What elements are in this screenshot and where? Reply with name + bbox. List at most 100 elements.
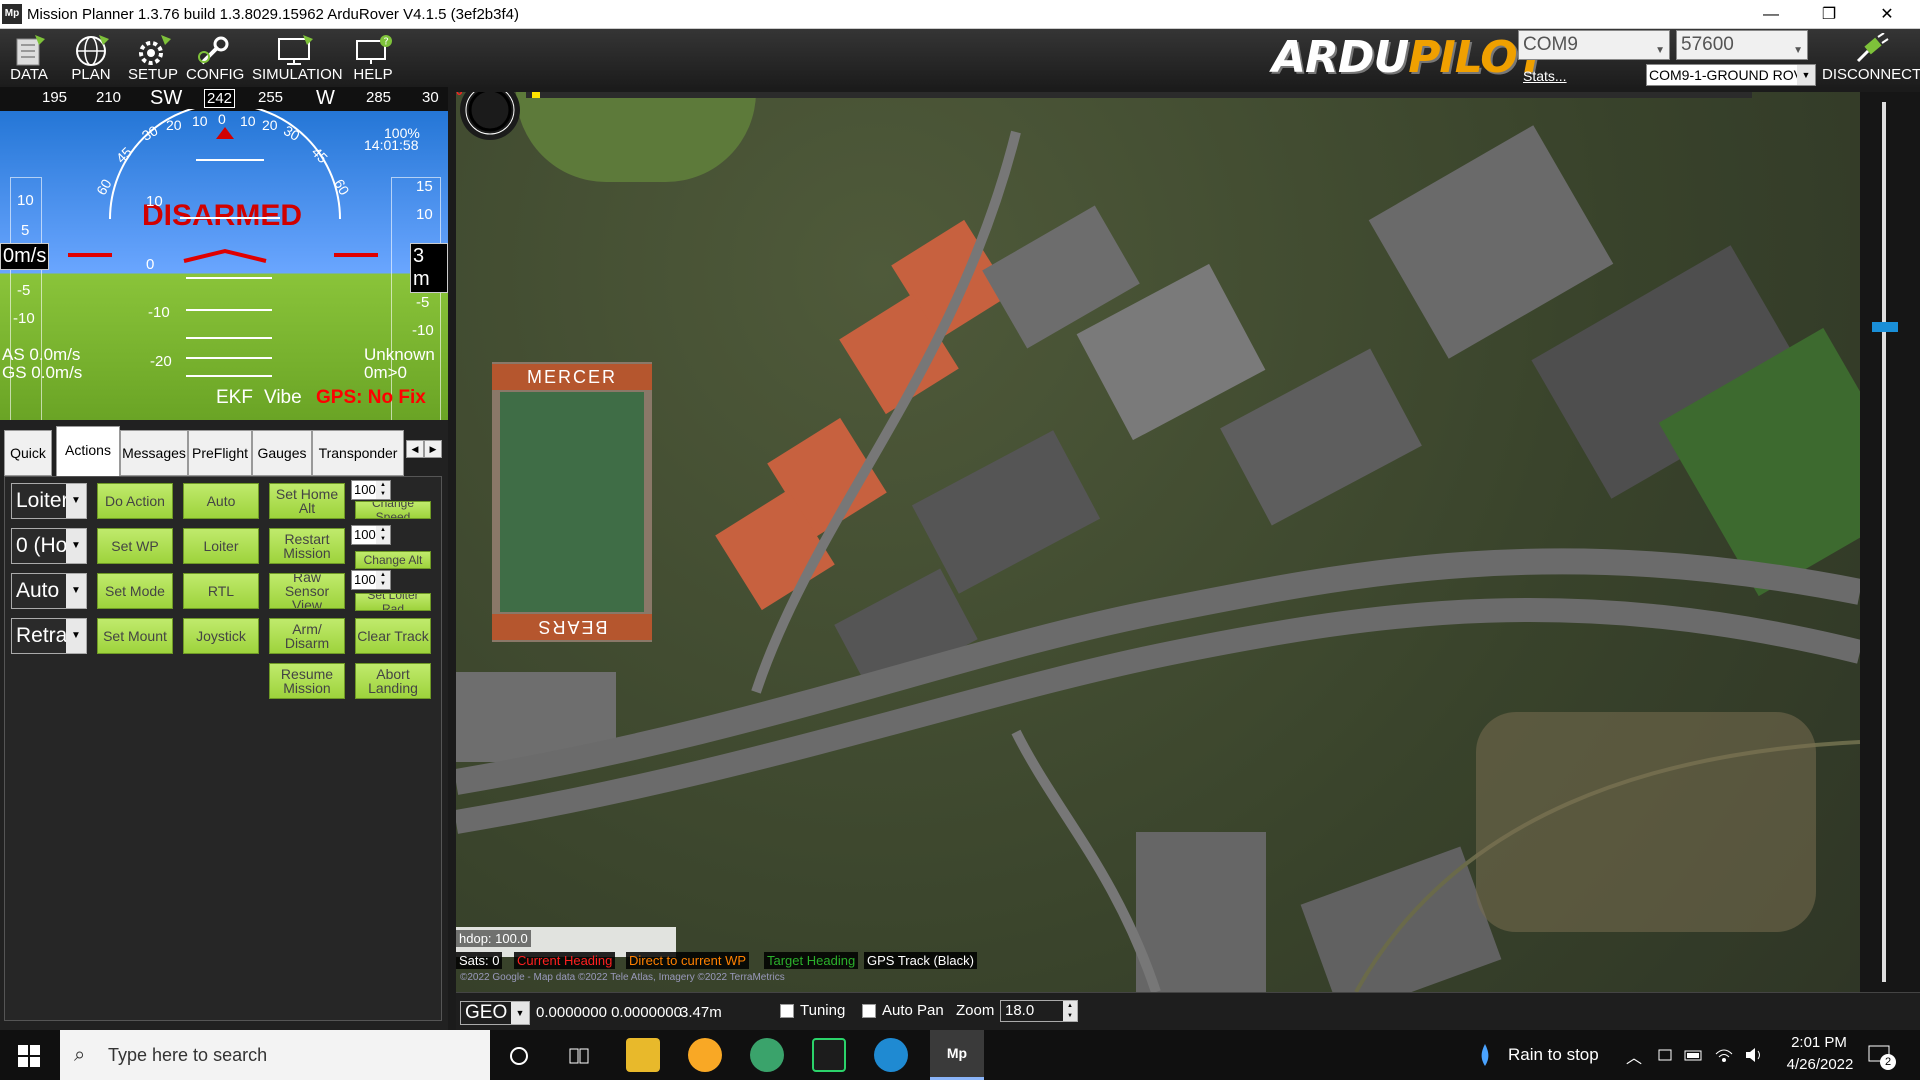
restart-mission-button[interactable]: Restart Mission xyxy=(269,528,345,564)
port-select[interactable]: COM9 ▼ xyxy=(1518,30,1670,60)
plan-button[interactable]: PLAN xyxy=(66,31,116,87)
config-button[interactable]: CONFIG xyxy=(186,31,244,87)
map-view[interactable]: MERCER BEARS 0 hdop: 100.0 Sats: 0 Curre… xyxy=(456,92,1860,992)
set-loiter-rad-button[interactable]: Set Loiter Rad xyxy=(355,593,431,611)
chrome-icon[interactable] xyxy=(688,1038,722,1072)
data-button[interactable]: DATA xyxy=(4,31,54,87)
ardupilot-logo: ARDUPILOT xyxy=(1272,32,1547,83)
tab-scroll-left[interactable]: ◀ xyxy=(406,440,424,458)
wrench-icon xyxy=(198,36,229,65)
alt-spinner[interactable]: 100 ▲ ▼ xyxy=(351,525,391,545)
taskbar-search[interactable]: ⌕ Type here to search xyxy=(60,1030,490,1080)
tab-gauges[interactable]: Gauges xyxy=(252,430,312,476)
set-mode-select[interactable]: Auto ▼ xyxy=(11,573,87,609)
cortana-icon[interactable] xyxy=(508,1045,530,1067)
autopan-checkbox[interactable] xyxy=(862,1004,876,1018)
resume-mission-button[interactable]: Resume Mission xyxy=(269,663,345,699)
mount-select[interactable]: Retract ▼ xyxy=(11,618,87,654)
rtl-button[interactable]: RTL xyxy=(183,573,259,609)
baud-select[interactable]: 57600 ▼ xyxy=(1676,30,1808,60)
alt-tick: -10 xyxy=(412,322,434,339)
battery-icon[interactable] xyxy=(1684,1046,1704,1064)
abort-landing-button[interactable]: Abort Landing xyxy=(355,663,431,699)
tab-messages[interactable]: Messages xyxy=(120,430,188,476)
flight-mode-text: Unknown xyxy=(364,345,435,364)
zoom-strip[interactable] xyxy=(1860,92,1920,992)
waypoint-select[interactable]: 0 (Home)▼ xyxy=(11,528,87,564)
do-action-button[interactable]: Do Action xyxy=(97,483,173,519)
change-speed-button[interactable]: Change Speed xyxy=(355,501,431,519)
raw-sensor-view-button[interactable]: Raw Sensor View xyxy=(269,573,345,609)
ekf-status[interactable]: EKF xyxy=(216,387,253,409)
auto-button[interactable]: Auto xyxy=(183,483,259,519)
set-mount-button[interactable]: Set Mount xyxy=(97,618,173,654)
weather-text[interactable]: Rain to stop xyxy=(1508,1045,1599,1065)
logo-ardu: ARDU xyxy=(1272,32,1409,83)
volume-icon[interactable] xyxy=(1744,1046,1764,1064)
minimize-button[interactable]: — xyxy=(1742,0,1800,29)
clock-text: 14:01:58 xyxy=(364,137,419,153)
pitch-line xyxy=(186,277,272,279)
tab-scroll-right[interactable]: ▶ xyxy=(424,440,442,458)
mission-planner-taskbar-icon[interactable]: Mp xyxy=(930,1030,984,1080)
search-placeholder: Type here to search xyxy=(108,1045,268,1065)
zoom-input[interactable]: 18.0 ▲ ▼ xyxy=(1000,1000,1078,1022)
disconnect-button[interactable]: DISCONNECT xyxy=(1822,31,1920,87)
pycharm-icon[interactable] xyxy=(812,1038,846,1072)
hud-display[interactable]: 195 210 SW 242 255 W 285 30 60 45 30 20 … xyxy=(0,87,448,420)
arm-disarm-button[interactable]: Arm/ Disarm xyxy=(269,618,345,654)
set-home-alt-button[interactable]: Set Home Alt xyxy=(269,483,345,519)
vibe-status[interactable]: Vibe xyxy=(264,387,302,409)
zoom-thumb[interactable] xyxy=(1872,322,1898,332)
set-wp-button[interactable]: Set WP xyxy=(97,528,173,564)
pitch-line xyxy=(196,159,264,161)
mode-select[interactable]: Loiter ▼ xyxy=(11,483,87,519)
stats-link[interactable]: Stats... xyxy=(1523,68,1567,84)
clock-date[interactable]: 4/26/2022 xyxy=(1776,1056,1864,1073)
mission-progress-slider[interactable] xyxy=(526,92,1752,98)
set-mode-value: Auto xyxy=(16,579,60,602)
altitude-readout: 3 m xyxy=(410,243,448,293)
joystick-button[interactable]: Joystick xyxy=(183,618,259,654)
zoom-track[interactable] xyxy=(1882,102,1886,982)
pitch-label: 0 xyxy=(146,256,155,273)
edge-icon[interactable] xyxy=(874,1038,908,1072)
windows-start-icon[interactable] xyxy=(18,1045,40,1067)
pitch-line xyxy=(186,357,272,359)
home-marker-icon[interactable] xyxy=(458,92,522,142)
set-mode-button[interactable]: Set Mode xyxy=(97,573,173,609)
file-explorer-icon[interactable] xyxy=(626,1038,660,1072)
clock-time[interactable]: 2:01 PM xyxy=(1784,1034,1854,1051)
speed-spinner[interactable]: 100 ▲ ▼ xyxy=(351,480,391,500)
tab-preflight[interactable]: PreFlight xyxy=(188,430,252,476)
clear-track-button[interactable]: Clear Track xyxy=(355,618,431,654)
tab-quick[interactable]: Quick xyxy=(4,430,52,476)
heading-tick: 255 xyxy=(258,89,284,106)
simulation-button[interactable]: SIMULATION xyxy=(252,31,343,87)
close-button[interactable]: ✕ xyxy=(1858,0,1916,29)
loiter-button[interactable]: Loiter xyxy=(183,528,259,564)
setup-button[interactable]: SETUP xyxy=(126,31,180,87)
loiter-rad-spinner[interactable]: 100 ▲ ▼ xyxy=(351,570,391,590)
change-alt-button[interactable]: Change Alt xyxy=(355,551,431,569)
wifi-icon[interactable] xyxy=(1714,1046,1734,1064)
speed-tape: 10 5 -5 -10 xyxy=(10,177,42,420)
tab-transponder[interactable]: Transponder xyxy=(312,430,404,476)
help-button[interactable]: ? HELP xyxy=(348,31,398,87)
meet-now-icon[interactable] xyxy=(1656,1046,1674,1064)
tuning-checkbox[interactable] xyxy=(780,1004,794,1018)
coord-system-select[interactable]: GEO ▼ xyxy=(460,1001,530,1025)
chevron-up-icon[interactable]: ︿ xyxy=(1626,1044,1642,1068)
tuning-label: Tuning xyxy=(800,1002,846,1019)
horizon-marker-left xyxy=(68,253,112,257)
progress-thumb[interactable] xyxy=(532,92,540,98)
task-view-icon[interactable] xyxy=(568,1045,590,1067)
gear-icon xyxy=(139,35,171,65)
restore-button[interactable]: ❐ xyxy=(1800,0,1858,29)
atom-app-icon[interactable] xyxy=(750,1038,784,1072)
connection-select[interactable]: COM9-1-GROUND ROVER ▼ xyxy=(1646,64,1816,86)
tab-actions[interactable]: Actions xyxy=(56,426,120,476)
main-toolbar: DATA PLAN SETUP CONFIG SIMULATION ? HELP… xyxy=(0,29,1920,87)
speed-readout: 0m/s xyxy=(0,243,50,270)
construction-site xyxy=(1476,712,1816,932)
